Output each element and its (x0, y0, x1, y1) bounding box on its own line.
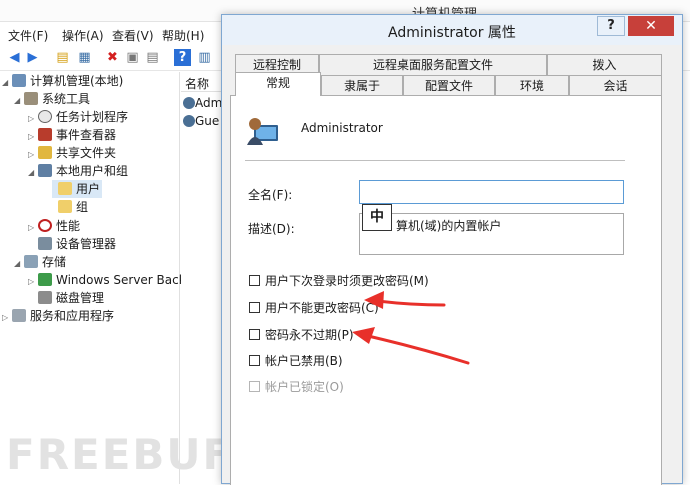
user-icon (183, 97, 195, 109)
tree-item-computer-management[interactable]: ◢ 计算机管理(本地) (2, 72, 123, 90)
checkbox-must-change-password[interactable]: 用户下次登录时须更改密码(M) (249, 272, 429, 288)
menu-action[interactable]: 操作(A) (62, 27, 104, 44)
checkbox-icon[interactable] (249, 302, 260, 313)
clock-icon (38, 110, 52, 123)
services-icon (12, 309, 26, 322)
help-icon[interactable]: ? (174, 49, 191, 66)
help-button[interactable]: ? (597, 16, 625, 36)
folder-icon (58, 182, 72, 195)
close-button[interactable]: ✕ (628, 16, 674, 36)
user-list: 名称 Admi Gue (181, 72, 223, 484)
tab-environment[interactable]: 环境 (495, 75, 569, 96)
checkbox-icon[interactable] (249, 355, 260, 366)
tree-item-disk-management[interactable]: 磁盘管理 (28, 289, 104, 307)
tree-item-groups[interactable]: 组 (52, 198, 88, 216)
tree-item-device-manager[interactable]: 设备管理器 (28, 235, 116, 253)
tools-icon (24, 92, 38, 105)
column-header-name[interactable]: 名称 (181, 72, 221, 92)
computer-icon (12, 74, 26, 87)
separator (245, 160, 625, 161)
properties-dialog: Administrator 属性 ? ✕ 远程控制 远程桌面服务配置文件 拨入 … (221, 14, 683, 485)
description-field[interactable]: 算机(域)的内置帐户 (359, 213, 624, 255)
checkbox-cannot-change-password[interactable]: 用户不能更改密码(C) (249, 299, 379, 315)
expand-icon[interactable]: ▷ (2, 309, 12, 327)
tree-item-event-viewer[interactable]: ▷ 事件查看器 (28, 126, 116, 144)
tree-item-services-applications[interactable]: ▷ 服务和应用程序 (2, 307, 114, 325)
collapse-icon[interactable]: ◢ (2, 74, 12, 92)
user-account-name: Administrator (301, 121, 383, 135)
list-item[interactable]: Gue (183, 114, 223, 128)
shared-folder-icon (38, 146, 52, 159)
checkbox-account-locked: 帐户已锁定(O) (249, 378, 344, 394)
tree-item-system-tools[interactable]: ◢ 系统工具 (14, 90, 90, 108)
collapse-icon[interactable]: ◢ (14, 92, 24, 110)
menu-help[interactable]: 帮助(H) (162, 27, 204, 44)
checkbox-password-never-expires[interactable]: 密码永不过期(P) (249, 326, 354, 342)
tab-profile[interactable]: 配置文件 (403, 75, 495, 96)
tree-item-windows-server-backup[interactable]: ▷ Windows Server Back (28, 271, 186, 289)
tree-item-users[interactable]: 用户 (52, 180, 102, 198)
checkbox-icon[interactable] (249, 329, 260, 340)
storage-icon (24, 255, 38, 268)
up-folder-icon[interactable]: ▤ (54, 49, 71, 66)
user-icon (183, 115, 195, 127)
checkbox-icon[interactable] (249, 275, 260, 286)
users-icon (38, 164, 52, 177)
watermark-logo: FREEBUF (6, 430, 234, 479)
backup-icon (38, 273, 52, 286)
fullname-field[interactable] (359, 180, 624, 204)
collapse-icon[interactable]: ◢ (14, 255, 24, 273)
general-tab-panel: Administrator 全名(F): 描述(D): 算机(域)的内置帐户 中… (230, 95, 662, 485)
export-list-icon[interactable]: ▤ (144, 49, 161, 66)
tree-item-performance[interactable]: ▷ 性能 (28, 217, 80, 235)
disk-icon (38, 291, 52, 304)
collapse-icon[interactable]: ◢ (28, 164, 38, 182)
tree-item-task-scheduler[interactable]: ▷ 任务计划程序 (28, 108, 128, 126)
tree-item-storage[interactable]: ◢ 存储 (14, 253, 66, 271)
tab-member-of[interactable]: 隶属于 (321, 75, 403, 96)
tree-item-local-users-groups[interactable]: ◢ 本地用户和组 (28, 162, 128, 180)
tab-sessions[interactable]: 会话 (569, 75, 662, 96)
fullname-label: 全名(F): (248, 188, 293, 202)
list-item[interactable]: Admi (183, 96, 223, 110)
back-arrow-icon[interactable]: ◀ (6, 49, 23, 66)
performance-icon (38, 219, 52, 232)
checkbox-icon (249, 381, 260, 392)
device-manager-icon (38, 237, 52, 250)
menu-view[interactable]: 查看(V) (112, 27, 154, 44)
forward-arrow-icon[interactable]: ▶ (24, 49, 41, 66)
tree-item-shared-folders[interactable]: ▷ 共享文件夹 (28, 144, 116, 162)
description-label: 描述(D): (248, 222, 295, 236)
folder-icon (58, 200, 72, 213)
tab-remote-desktop-profile[interactable]: 远程桌面服务配置文件 (319, 54, 547, 75)
show-hide-tree-icon[interactable]: ▦ (76, 49, 93, 66)
dialog-titlebar: Administrator 属性 ? ✕ (222, 15, 682, 45)
menu-file[interactable]: 文件(F) (8, 27, 48, 44)
description-text: 算机(域)的内置帐户 (396, 219, 502, 233)
event-viewer-icon (38, 128, 52, 141)
user-account-icon (247, 118, 278, 145)
view-pane-icon[interactable]: ▥ (196, 49, 213, 66)
tab-dial-in[interactable]: 拨入 (547, 54, 662, 75)
checkbox-account-disabled[interactable]: 帐户已禁用(B) (249, 352, 343, 368)
ime-indicator[interactable]: 中 (362, 204, 392, 231)
console-tree: ◢ 计算机管理(本地) ◢ 系统工具 ▷ 任务计划程序 ▷ 事件查看器 ▷ 共享文件夹 ◢… (0, 72, 186, 484)
delete-icon[interactable]: ✖ (104, 49, 121, 66)
tab-general[interactable]: 常规 (235, 72, 321, 96)
properties-icon[interactable]: ▣ (124, 49, 141, 66)
